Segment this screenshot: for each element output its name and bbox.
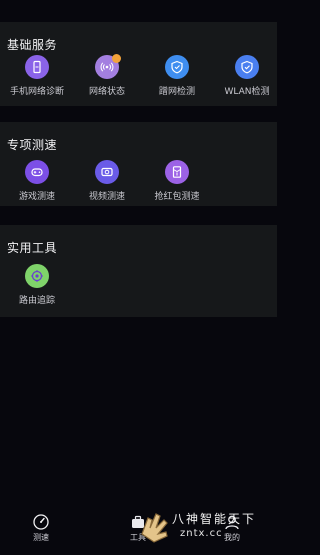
watermark: 八神智能天下 zntx.cc [136,500,277,555]
item-red-envelope-speed[interactable]: 抢红包测速 [142,160,212,202]
speedometer-icon [33,514,49,530]
wlan-detect-icon [235,55,259,79]
video-speed-icon [95,160,119,184]
item-label: 游戏测速 [18,192,55,202]
section-title: 基础服务 [7,38,58,52]
item-label: 路由追踪 [18,296,55,306]
item-label: 视频测速 [88,192,125,202]
red-envelope-speed-icon [165,160,189,184]
section-basic-services: 基础服务 手机网络诊断 网络状态 蹭网检测 WLAN检测 [0,22,277,106]
item-label: 蹭网检测 [158,87,195,97]
item-phone-network-diagnosis[interactable]: 手机网络诊断 [2,55,72,97]
app-screen: 基础服务 手机网络诊断 网络状态 蹭网检测 WLAN检测 专项测速 游戏测速 视… [0,0,277,555]
item-label: WLAN检测 [224,87,270,97]
item-route-trace[interactable]: 路由追踪 [2,264,72,306]
item-label: 抢红包测速 [154,192,200,202]
section-title: 专项测速 [7,138,58,152]
network-status-icon [95,54,121,79]
alert-badge-icon [112,54,121,63]
phone-diagnose-icon [25,55,49,79]
item-wlan-detection[interactable]: WLAN检测 [212,55,282,97]
item-label: 网络状态 [88,87,125,97]
watermark-text: 八神智能天下 [172,512,257,526]
item-game-speed[interactable]: 游戏测速 [2,160,72,202]
section-special-speed-test: 专项测速 游戏测速 视频测速 抢红包测速 [0,122,277,206]
item-label: 手机网络诊断 [9,87,64,97]
game-speed-icon [25,160,49,184]
item-freeload-detection[interactable]: 蹭网检测 [142,55,212,97]
tab-label: 测速 [33,533,49,542]
item-video-speed[interactable]: 视频测速 [72,160,142,202]
watermark-url: zntx.cc [180,528,223,539]
freeload-detect-icon [165,55,189,79]
section-utility-tools: 实用工具 路由追踪 [0,225,277,317]
item-network-status[interactable]: 网络状态 [72,54,142,97]
route-trace-icon [25,264,49,288]
hand-logo-icon [141,513,168,543]
tab-speed-test[interactable]: 测速 [21,513,61,543]
section-title: 实用工具 [7,241,58,255]
